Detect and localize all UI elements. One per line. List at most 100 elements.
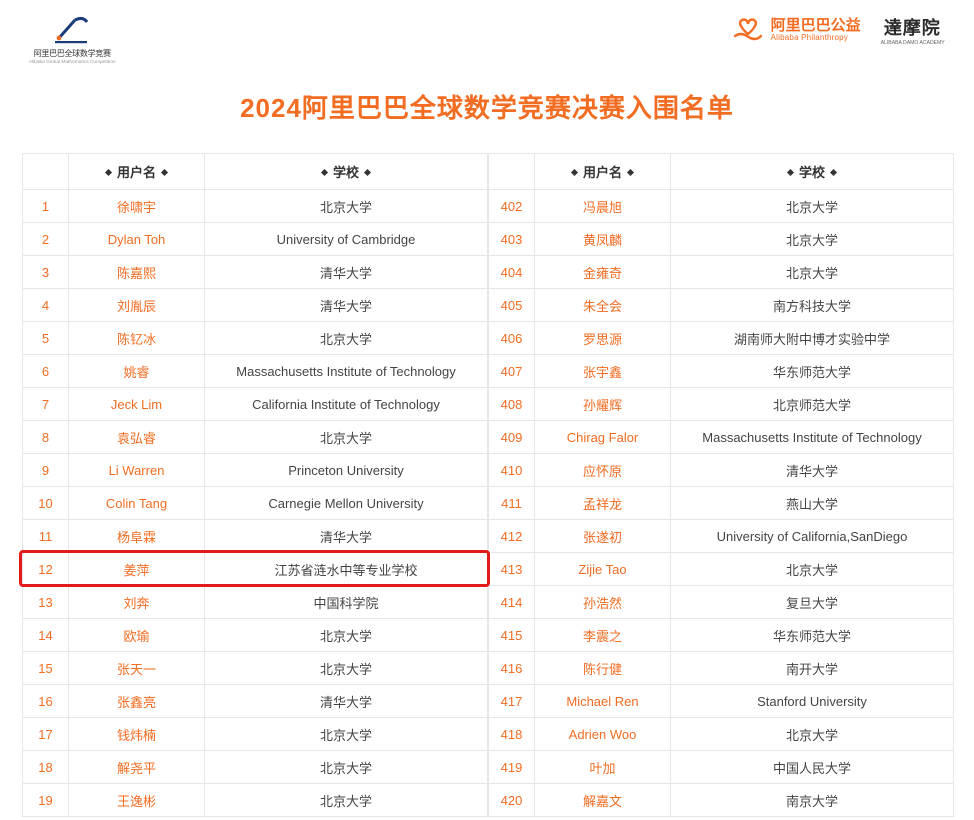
table-header-row: 用户名 学校	[489, 154, 954, 190]
cell-school: 北京大学	[205, 652, 488, 685]
table-row: 11杨阜霖清华大学	[23, 520, 488, 553]
cell-school: 北京大学	[205, 322, 488, 355]
cell-user: 刘奔	[69, 586, 205, 619]
cell-user: 朱全会	[535, 289, 671, 322]
competition-mark-icon	[53, 14, 91, 46]
cell-school: 南京大学	[671, 784, 954, 817]
col-school-header: 学校	[671, 154, 954, 190]
cell-rank: 4	[23, 289, 69, 322]
cell-rank: 1	[23, 190, 69, 223]
cell-rank: 17	[23, 718, 69, 751]
cell-user: 张宇鑫	[535, 355, 671, 388]
cell-school: 复旦大学	[671, 586, 954, 619]
logos-right: 阿里巴巴公益 Alibaba Philanthropy 達摩院 ALIBABA …	[731, 14, 950, 46]
table-row: 420解嘉文南京大学	[489, 784, 954, 817]
table-row: 3陈嘉熙清华大学	[23, 256, 488, 289]
cell-user: 张遂初	[535, 520, 671, 553]
cell-user: Jeck Lim	[69, 388, 205, 421]
cell-rank: 405	[489, 289, 535, 322]
cell-user: 冯晨旭	[535, 190, 671, 223]
table-row: 2Dylan TohUniversity of Cambridge	[23, 223, 488, 256]
cell-school: 江苏省涟水中等专业学校	[205, 553, 488, 586]
cell-user: 叶加	[535, 751, 671, 784]
cell-rank: 414	[489, 586, 535, 619]
cell-user: 王逸彬	[69, 784, 205, 817]
table-row: 15张天一北京大学	[23, 652, 488, 685]
cell-rank: 8	[23, 421, 69, 454]
cell-school: 北京大学	[671, 718, 954, 751]
table-row: 408孙耀辉北京师范大学	[489, 388, 954, 421]
col-user-header: 用户名	[535, 154, 671, 190]
cell-school: 北京大学	[205, 421, 488, 454]
table-row: 402冯晨旭北京大学	[489, 190, 954, 223]
table-row: 16张鑫亮清华大学	[23, 685, 488, 718]
cell-school: 清华大学	[205, 289, 488, 322]
cell-rank: 415	[489, 619, 535, 652]
cell-school: 北京大学	[671, 223, 954, 256]
cell-rank: 15	[23, 652, 69, 685]
cell-user: 张天一	[69, 652, 205, 685]
cell-school: 华东师范大学	[671, 619, 954, 652]
cell-school: 北京大学	[205, 784, 488, 817]
finalist-table-right: 用户名 学校 402冯晨旭北京大学403黄凤麟北京大学404金雍奇北京大学405…	[488, 153, 954, 817]
table-row: 4刘胤辰清华大学	[23, 289, 488, 322]
cell-school: University of Cambridge	[205, 223, 488, 256]
cell-rank: 6	[23, 355, 69, 388]
finalist-table-left: 用户名 学校 1徐啸宇北京大学2Dylan TohUniversity of C…	[22, 153, 488, 817]
cell-school: 北京大学	[205, 190, 488, 223]
cell-rank: 12	[23, 553, 69, 586]
cell-rank: 413	[489, 553, 535, 586]
col-rank-header	[489, 154, 535, 190]
table-row: 8袁弘睿北京大学	[23, 421, 488, 454]
cell-school: 清华大学	[205, 520, 488, 553]
cell-school: 南方科技大学	[671, 289, 954, 322]
cell-school: 北京大学	[671, 256, 954, 289]
col-school-header: 学校	[205, 154, 488, 190]
table-row: 405朱全会南方科技大学	[489, 289, 954, 322]
table-row: 10Colin TangCarnegie Mellon University	[23, 487, 488, 520]
cell-school: Massachusetts Institute of Technology	[205, 355, 488, 388]
cell-school: 北京大学	[671, 553, 954, 586]
cell-user: 杨阜霖	[69, 520, 205, 553]
cell-rank: 408	[489, 388, 535, 421]
cell-school: Stanford University	[671, 685, 954, 718]
cell-user: Adrien Woo	[535, 718, 671, 751]
cell-school: Princeton University	[205, 454, 488, 487]
cell-user: Zijie Tao	[535, 553, 671, 586]
table-row: 406罗思源湖南师大附中博才实验中学	[489, 322, 954, 355]
cell-user: 姜萍	[69, 553, 205, 586]
table-row: 12姜萍江苏省涟水中等专业学校	[23, 553, 488, 586]
cell-user: Li Warren	[69, 454, 205, 487]
table-row: 410应怀原清华大学	[489, 454, 954, 487]
table-row: 413Zijie Tao北京大学	[489, 553, 954, 586]
cell-user: Colin Tang	[69, 487, 205, 520]
cell-school: 北京大学	[671, 190, 954, 223]
cell-school: Carnegie Mellon University	[205, 487, 488, 520]
table-row: 18解尧平北京大学	[23, 751, 488, 784]
cell-rank: 412	[489, 520, 535, 553]
logo-philanthropy-en: Alibaba Philanthropy	[771, 34, 861, 42]
cell-rank: 410	[489, 454, 535, 487]
cell-user: 袁弘睿	[69, 421, 205, 454]
logo-competition: 阿里巴巴全球数学竞赛 Alibaba Global Mathematics Co…	[18, 14, 126, 65]
cell-rank: 416	[489, 652, 535, 685]
cell-rank: 417	[489, 685, 535, 718]
table-row: 417Michael RenStanford University	[489, 685, 954, 718]
cell-user: 张鑫亮	[69, 685, 205, 718]
col-user-header: 用户名	[69, 154, 205, 190]
cell-rank: 3	[23, 256, 69, 289]
cell-school: California Institute of Technology	[205, 388, 488, 421]
cell-school: 华东师范大学	[671, 355, 954, 388]
table-row: 412张遂初University of California,SanDiego	[489, 520, 954, 553]
cell-user: 陈行健	[535, 652, 671, 685]
cell-user: Dylan Toh	[69, 223, 205, 256]
table-row: 416陈行健南开大学	[489, 652, 954, 685]
cell-rank: 11	[23, 520, 69, 553]
cell-school: 北京大学	[205, 718, 488, 751]
cell-user: 陈嘉熙	[69, 256, 205, 289]
cell-rank: 420	[489, 784, 535, 817]
cell-rank: 2	[23, 223, 69, 256]
cell-rank: 407	[489, 355, 535, 388]
cell-user: 孙耀辉	[535, 388, 671, 421]
cell-school: 清华大学	[205, 256, 488, 289]
